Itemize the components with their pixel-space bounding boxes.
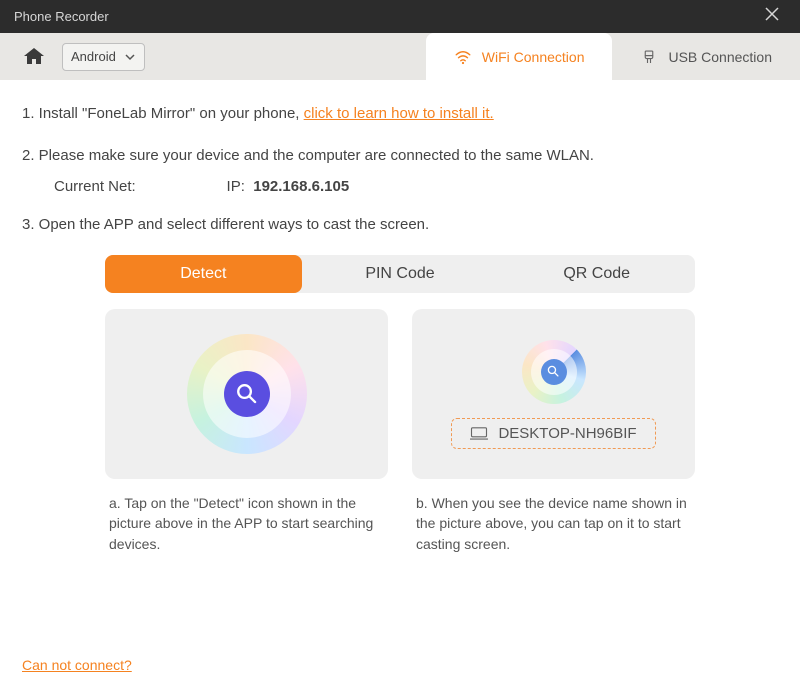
tab-usb-label: USB Connection <box>668 49 772 65</box>
instruction-cards: a. Tap on the "Detect" icon shown in the… <box>105 309 695 554</box>
install-help-link[interactable]: click to learn how to install it. <box>304 105 494 122</box>
network-info: Current Net: IP: 192.168.6.105 <box>54 178 778 195</box>
device-name: DESKTOP-NH96BIF <box>498 425 636 442</box>
cast-tab-qr[interactable]: QR Code <box>498 255 695 293</box>
ip-value: 192.168.6.105 <box>253 178 349 195</box>
ip-label: IP: <box>227 178 245 195</box>
detect-icon-large <box>187 334 307 454</box>
card-a-caption: a. Tap on the "Detect" icon shown in the… <box>105 479 388 554</box>
cast-method-tabs: Detect PIN Code QR Code <box>105 255 695 293</box>
search-icon <box>224 371 270 417</box>
close-icon[interactable] <box>758 3 786 30</box>
card-b: DESKTOP-NH96BIF b. When you see the devi… <box>412 309 695 554</box>
current-net-label: Current Net: <box>54 178 136 195</box>
tab-wifi-label: WiFi Connection <box>482 49 585 65</box>
step-1-text: 1. Install "FoneLab Mirror" on your phon… <box>22 105 304 122</box>
main-content: 1. Install "FoneLab Mirror" on your phon… <box>0 80 800 554</box>
chevron-down-icon <box>124 51 136 63</box>
step-1: 1. Install "FoneLab Mirror" on your phon… <box>22 102 778 126</box>
detect-icon-small <box>522 340 586 404</box>
search-icon <box>541 359 567 385</box>
window-title: Phone Recorder <box>14 9 109 24</box>
tab-usb-connection[interactable]: USB Connection <box>612 33 800 80</box>
cannot-connect-link[interactable]: Can not connect? <box>22 657 132 673</box>
wifi-icon <box>454 48 472 66</box>
titlebar: Phone Recorder <box>0 0 800 33</box>
platform-label: Android <box>71 49 116 64</box>
card-b-caption: b. When you see the device name shown in… <box>412 479 695 554</box>
step-3: 3. Open the APP and select different way… <box>22 213 778 237</box>
device-name-box: DESKTOP-NH96BIF <box>451 418 655 449</box>
tab-wifi-connection[interactable]: WiFi Connection <box>426 33 613 80</box>
footer: Can not connect? <box>22 657 132 675</box>
monitor-icon <box>470 426 488 440</box>
cast-tab-pin[interactable]: PIN Code <box>302 255 499 293</box>
home-icon[interactable] <box>22 45 46 69</box>
card-a: a. Tap on the "Detect" icon shown in the… <box>105 309 388 554</box>
step-2: 2. Please make sure your device and the … <box>22 144 778 168</box>
usb-icon <box>640 48 658 66</box>
platform-dropdown[interactable]: Android <box>62 43 145 71</box>
connection-tabs: WiFi Connection USB Connection <box>426 33 800 80</box>
toolbar: Android WiFi Connection USB Connection <box>0 33 800 80</box>
card-b-illustration: DESKTOP-NH96BIF <box>412 309 695 479</box>
card-a-illustration <box>105 309 388 479</box>
cast-tab-detect[interactable]: Detect <box>105 255 302 293</box>
